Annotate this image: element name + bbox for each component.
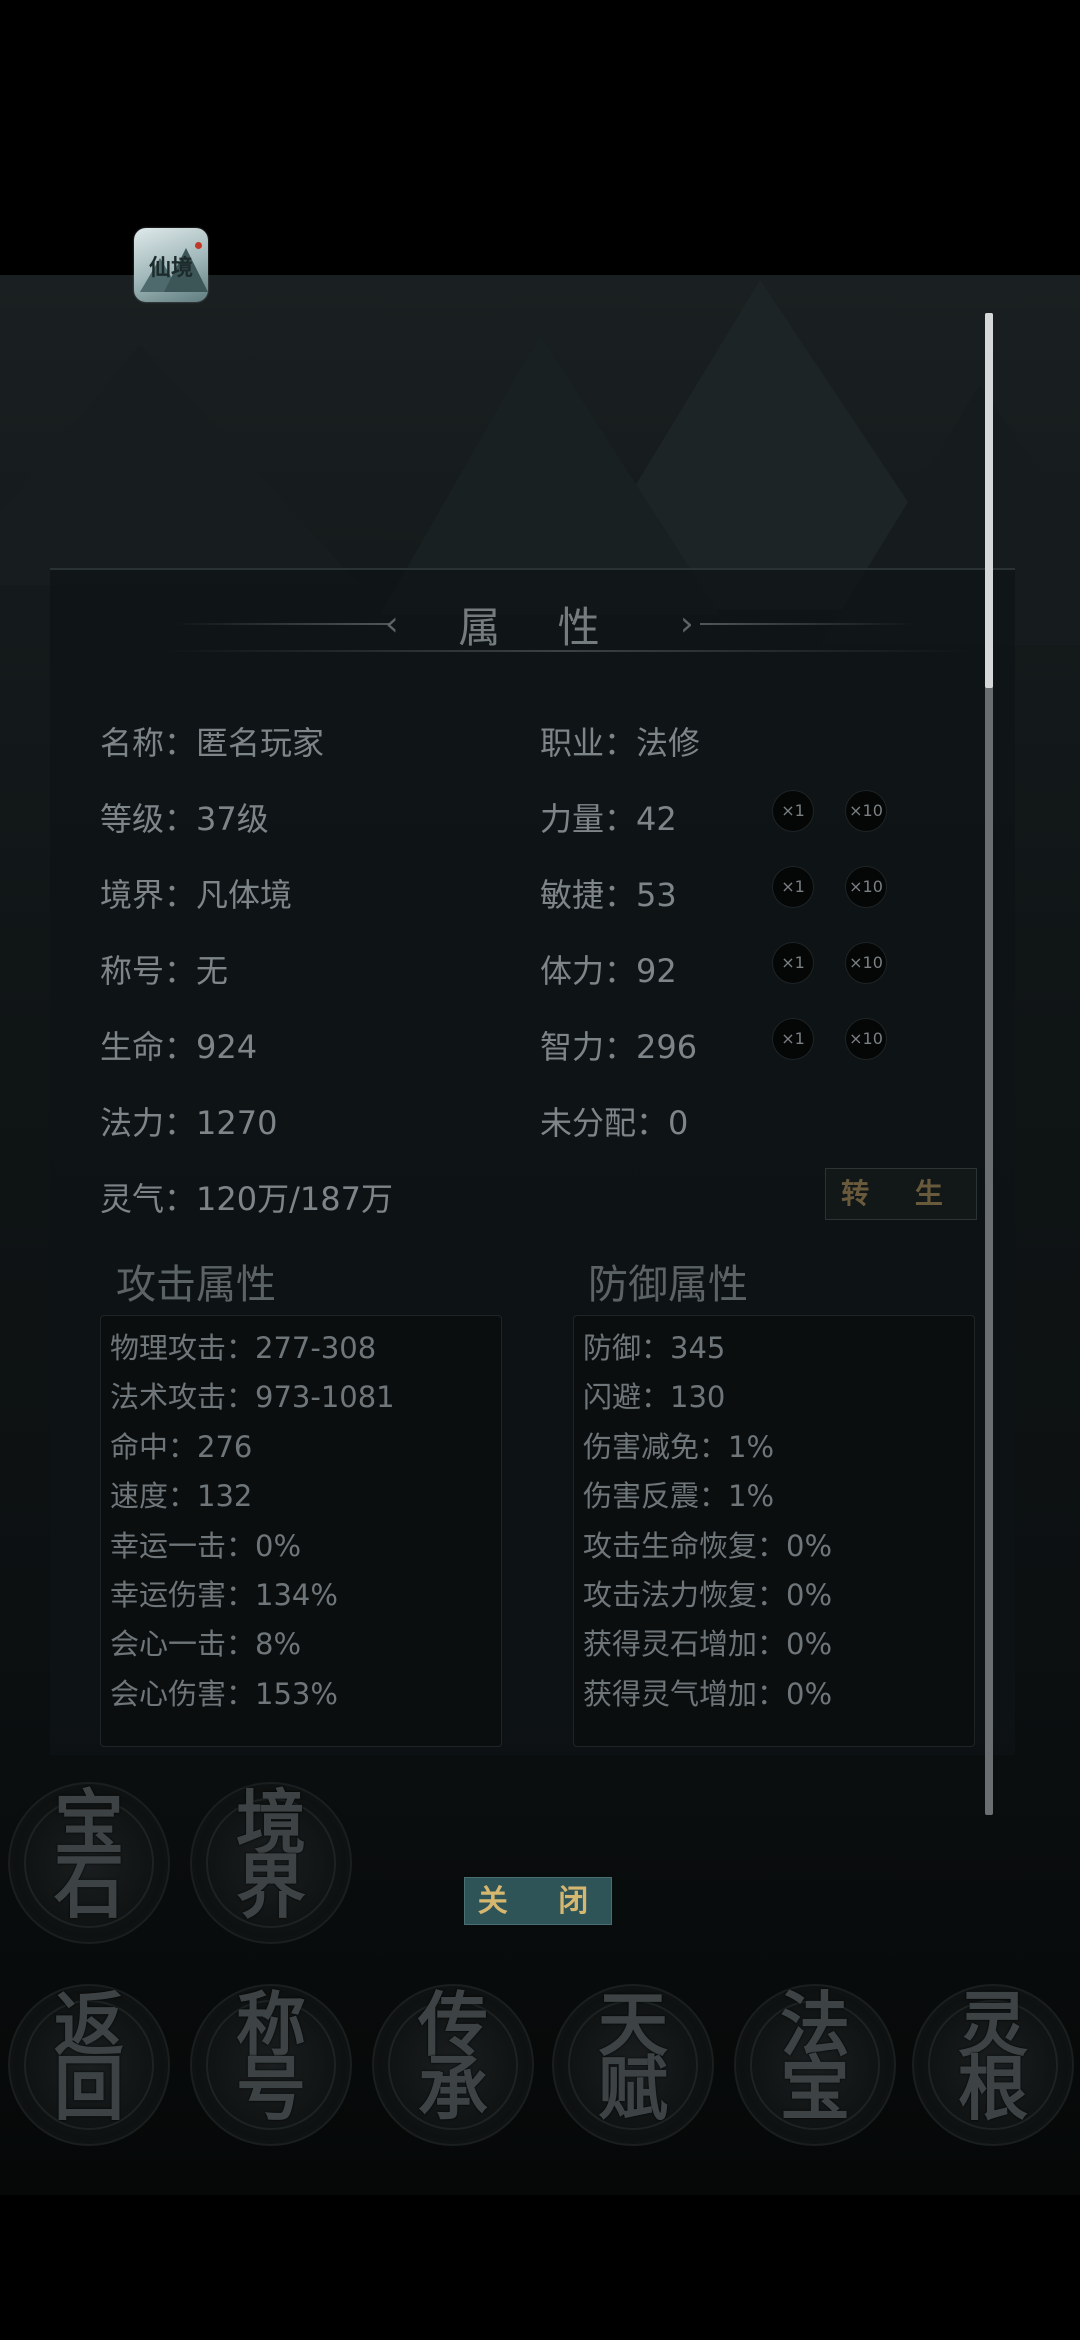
attack-line: 幸运一击：0% <box>110 1529 302 1563</box>
defense-line: 伤害反震：1% <box>583 1479 775 1513</box>
defense-line: 闪避：130 <box>583 1380 726 1414</box>
scrollbar-thumb[interactable] <box>985 313 993 688</box>
intellect-add-10-button[interactable]: ×10 <box>845 1018 887 1060</box>
stat-hp: 生命：924 <box>100 1028 258 1066</box>
bottom-bar-area <box>0 2195 1080 2340</box>
button-char: 石 <box>54 1845 124 1928</box>
title-button[interactable]: 称 号 <box>196 1988 346 2140</box>
title-divider <box>160 650 970 652</box>
defense-line: 攻击法力恢复：0% <box>583 1578 833 1612</box>
defense-section-title: 防御属性 <box>588 1262 748 1308</box>
strength-add-1-button[interactable]: ×1 <box>772 790 814 832</box>
stamina-add-1-button[interactable]: ×1 <box>772 942 814 984</box>
attack-line: 会心伤害：153% <box>110 1677 338 1711</box>
app-icon[interactable]: 仙境 <box>134 228 208 302</box>
attack-line: 物理攻击：277-308 <box>110 1331 377 1365</box>
realm-button[interactable]: 境 界 <box>196 1786 346 1938</box>
gem-button[interactable]: 宝 石 <box>14 1786 164 1938</box>
defense-line: 攻击生命恢复：0% <box>583 1529 833 1563</box>
chevron-right-icon: › <box>680 604 694 644</box>
inheritance-button[interactable]: 传 承 <box>378 1988 528 2140</box>
attack-line: 幸运伤害：134% <box>110 1578 338 1612</box>
stat-realm: 境界：凡体境 <box>100 876 293 914</box>
stat-class: 职业：法修 <box>540 724 701 762</box>
rebirth-button[interactable]: 转 生 <box>825 1168 977 1220</box>
stat-stamina: 体力：92 <box>540 952 677 990</box>
stat-level: 等级：37级 <box>100 800 269 838</box>
button-char: 号 <box>236 2047 306 2130</box>
button-char: 根 <box>958 2047 1028 2130</box>
intellect-add-1-button[interactable]: ×1 <box>772 1018 814 1060</box>
agility-add-1-button[interactable]: ×1 <box>772 866 814 908</box>
artifact-button[interactable]: 法 宝 <box>740 1988 890 2140</box>
stat-title: 称号：无 <box>100 952 229 990</box>
app-icon-text: 仙境 <box>148 255 193 281</box>
stat-strength: 力量：42 <box>540 800 677 838</box>
title-ornament-line <box>700 623 915 625</box>
spirit-root-button[interactable]: 灵 根 <box>918 1988 1068 2140</box>
talent-button[interactable]: 天 赋 <box>558 1988 708 2140</box>
button-char: 界 <box>236 1845 306 1928</box>
agility-add-10-button[interactable]: ×10 <box>845 866 887 908</box>
stat-intellect: 智力：296 <box>540 1028 698 1066</box>
stat-mp: 法力：1270 <box>100 1104 278 1142</box>
button-char: 赋 <box>598 2047 668 2130</box>
stamina-add-10-button[interactable]: ×10 <box>845 942 887 984</box>
attack-line: 命中：276 <box>110 1430 253 1464</box>
back-button[interactable]: 返 回 <box>14 1988 164 2140</box>
mountain-shape <box>0 345 360 585</box>
button-char: 回 <box>54 2047 124 2130</box>
attack-line: 会心一击：8% <box>110 1627 302 1661</box>
stat-agility: 敏捷：53 <box>540 876 677 914</box>
attack-line: 速度：132 <box>110 1479 253 1513</box>
app-icon-seal <box>195 242 202 249</box>
button-char: 承 <box>418 2047 488 2130</box>
close-button[interactable]: 关 闭 <box>464 1877 612 1925</box>
attack-line: 法术攻击：973-1081 <box>110 1380 395 1414</box>
defense-line: 获得灵石增加：0% <box>583 1627 833 1661</box>
strength-add-10-button[interactable]: ×10 <box>845 790 887 832</box>
attack-section-title: 攻击属性 <box>116 1262 276 1308</box>
defense-line: 伤害减免：1% <box>583 1430 775 1464</box>
stat-unassigned: 未分配：0 <box>540 1104 689 1142</box>
defense-line: 防御：345 <box>583 1331 726 1365</box>
defense-line: 获得灵气增加：0% <box>583 1677 833 1711</box>
stat-spirit: 灵气：120万/187万 <box>100 1180 393 1218</box>
button-char: 宝 <box>780 2047 850 2130</box>
stat-name: 名称：匿名玩家 <box>100 724 325 762</box>
